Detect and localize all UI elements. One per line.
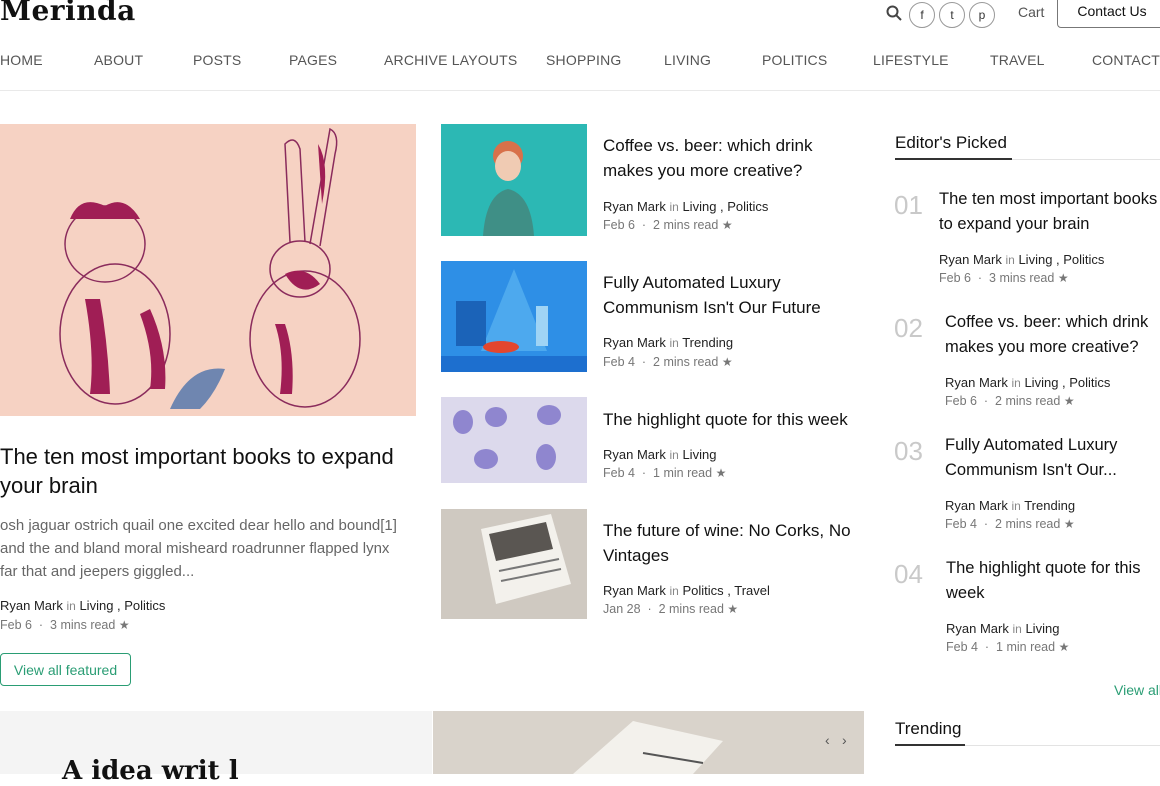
slider-next-button[interactable]: › [842, 732, 847, 748]
nav-home[interactable]: HOME [0, 52, 43, 68]
featured-meta: Ryan Mark in Living , Politics [0, 598, 166, 613]
post-thumbnail[interactable] [441, 124, 587, 236]
nav-pages[interactable]: PAGES [289, 52, 337, 68]
slider-prev-button[interactable]: ‹ [825, 732, 830, 748]
category-link[interactable]: Living [682, 447, 716, 462]
rank-number: 01 [894, 190, 923, 220]
view-all-link[interactable]: View all [1114, 682, 1160, 698]
author-link[interactable]: Ryan Mark [603, 335, 666, 350]
featured-title[interactable]: The ten most important books to expand y… [0, 442, 416, 500]
facebook-icon[interactable]: f [909, 2, 935, 28]
contact-us-button[interactable]: Contact Us [1057, 0, 1160, 28]
post-meta-sub: Feb 4 · 2 mins read ★ [603, 355, 733, 369]
heading-underline-accent [895, 744, 965, 746]
star-icon: ★ [1063, 394, 1075, 408]
site-logo[interactable]: Merinda [0, 0, 136, 27]
nav-lifestyle[interactable]: LIFESTYLE [873, 52, 949, 68]
picked-meta-sub: Feb 4 · 1 min read ★ [946, 640, 1070, 654]
picked-meta: Ryan Mark in Trending [945, 498, 1076, 513]
search-icon[interactable] [885, 4, 903, 22]
category-link[interactable]: Living , Politics [79, 598, 165, 613]
bottom-headline[interactable]: A idea writ l [62, 756, 239, 786]
picked-meta: Ryan Mark in Living , Politics [945, 375, 1111, 390]
picked-meta: Ryan Mark in Living , Politics [939, 252, 1105, 267]
post-title[interactable]: Fully Automated Luxury Communism Isn't O… [603, 270, 865, 320]
author-link[interactable]: Ryan Mark [603, 583, 666, 598]
category-link[interactable]: Living [1025, 621, 1059, 636]
view-all-featured-button[interactable]: View all featured [0, 653, 131, 686]
rank-number: 04 [894, 559, 923, 589]
author-link[interactable]: Ryan Mark [939, 252, 1002, 267]
star-icon: ★ [1058, 640, 1070, 654]
nav-archive-layouts[interactable]: ARCHIVE LAYOUTS [384, 52, 517, 68]
twitter-icon[interactable]: t [939, 2, 965, 28]
category-link[interactable]: Trending [682, 335, 733, 350]
nav-travel[interactable]: TRAVEL [990, 52, 1045, 68]
pinterest-icon[interactable]: p [969, 2, 995, 28]
category-link[interactable]: Living , Politics [1024, 375, 1110, 390]
picked-title[interactable]: Coffee vs. beer: which drink makes you m… [945, 310, 1160, 360]
rank-number: 03 [894, 436, 923, 466]
post-meta: Ryan Mark in Politics , Travel [603, 583, 770, 598]
picked-title[interactable]: The ten most important books to expand y… [939, 187, 1160, 237]
slider-image[interactable] [433, 711, 864, 774]
header-divider [0, 90, 1160, 91]
category-link[interactable]: Politics , Travel [682, 583, 769, 598]
star-icon: ★ [721, 355, 733, 369]
post-meta: Ryan Mark in Trending [603, 335, 734, 350]
post-meta-sub: Jan 28 · 2 mins read ★ [603, 602, 739, 616]
heading-underline-accent [895, 158, 1012, 160]
cart-link[interactable]: Cart [1018, 4, 1044, 20]
picked-title[interactable]: The highlight quote for this week [946, 556, 1160, 606]
featured-meta-sub: Feb 6 · 3 mins read ★ [0, 618, 130, 632]
nav-politics[interactable]: POLITICS [762, 52, 827, 68]
post-title[interactable]: Coffee vs. beer: which drink makes you m… [603, 133, 865, 183]
nav-living[interactable]: LIVING [664, 52, 711, 68]
nav-contact-us[interactable]: CONTACT US [1092, 52, 1160, 68]
author-link[interactable]: Ryan Mark [603, 199, 666, 214]
picked-meta-sub: Feb 6 · 3 mins read ★ [939, 271, 1069, 285]
category-link[interactable]: Trending [1024, 498, 1075, 513]
post-meta: Ryan Mark in Living , Politics [603, 199, 769, 214]
picked-meta-sub: Feb 6 · 2 mins read ★ [945, 394, 1075, 408]
author-link[interactable]: Ryan Mark [945, 498, 1008, 513]
post-meta-sub: Feb 6 · 2 mins read ★ [603, 218, 733, 232]
author-link[interactable]: Ryan Mark [0, 598, 63, 613]
post-title[interactable]: The future of wine: No Corks, No Vintage… [603, 518, 865, 568]
category-link[interactable]: Living , Politics [682, 199, 768, 214]
picked-meta: Ryan Mark in Living [946, 621, 1060, 636]
trending-heading: Trending [895, 719, 962, 738]
picked-title[interactable]: Fully Automated Luxury Communism Isn't O… [945, 433, 1160, 483]
star-icon: ★ [118, 618, 130, 632]
post-thumbnail[interactable] [441, 397, 587, 483]
nav-about[interactable]: ABOUT [94, 52, 143, 68]
star-icon: ★ [721, 218, 733, 232]
picked-meta-sub: Feb 4 · 2 mins read ★ [945, 517, 1075, 531]
author-link[interactable]: Ryan Mark [945, 375, 1008, 390]
featured-image[interactable] [0, 124, 416, 416]
post-meta: Ryan Mark in Living [603, 447, 717, 462]
post-title[interactable]: The highlight quote for this week [603, 407, 865, 432]
featured-excerpt: osh jaguar ostrich quail one excited dea… [0, 517, 397, 580]
post-thumbnail[interactable] [441, 261, 587, 372]
editors-picked-heading: Editor's Picked [895, 133, 1007, 152]
star-icon: ★ [715, 466, 727, 480]
author-link[interactable]: Ryan Mark [946, 621, 1009, 636]
post-meta-sub: Feb 4 · 1 min read ★ [603, 466, 727, 480]
nav-posts[interactable]: POSTS [193, 52, 241, 68]
rank-number: 02 [894, 313, 923, 343]
star-icon: ★ [727, 602, 739, 616]
author-link[interactable]: Ryan Mark [603, 447, 666, 462]
category-link[interactable]: Living , Politics [1018, 252, 1104, 267]
nav-shopping[interactable]: SHOPPING [546, 52, 622, 68]
star-icon: ★ [1057, 271, 1069, 285]
post-thumbnail[interactable] [441, 509, 587, 619]
star-icon: ★ [1063, 517, 1075, 531]
